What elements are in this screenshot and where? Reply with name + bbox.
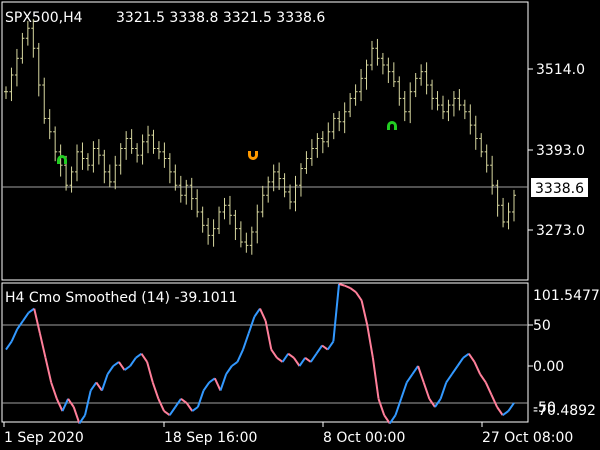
time-label: 18 Sep 16:00: [164, 430, 257, 446]
indicator-axis-label: -70.4892: [533, 403, 596, 419]
price-label: 3393.0: [536, 143, 585, 159]
indicator-axis-label: 101.5477: [533, 288, 600, 304]
current-price-value: 3338.6: [535, 181, 584, 197]
price-pane[interactable]: SPX500,H4 3321.5 3338.8 3321.5 3338.6: [1, 1, 529, 281]
time-axis: 1 Sep 2020 18 Sep 16:00 8 Oct 00:00 27 O…: [3, 422, 573, 446]
chart-canvas[interactable]: SPX500,H4 3321.5 3338.8 3321.5 3338.6 35…: [0, 0, 600, 450]
price-label: 3273.0: [536, 223, 585, 239]
time-label: 8 Oct 00:00: [323, 430, 405, 446]
price-axis: 3514.0 3393.0 3273.0 3338.6: [528, 62, 588, 239]
price-label: 3514.0: [536, 62, 585, 78]
indicator-title: H4 Cmo Smoothed (14) -39.1011: [5, 290, 237, 306]
indicator-pane[interactable]: H4 Cmo Smoothed (14) -39.1011: [1, 282, 529, 424]
ohlc-readout: 3321.5 3338.8 3321.5 3338.6: [116, 10, 325, 26]
indicator-axis-label: 50: [533, 318, 551, 334]
indicator-axis: 101.5477 50 0.00 -50 -70.4892: [528, 288, 600, 419]
indicator-axis-label: 0.00: [533, 359, 564, 375]
time-label: 27 Oct 08:00: [482, 430, 573, 446]
symbol-header: SPX500,H4: [5, 10, 83, 26]
time-label: 1 Sep 2020: [4, 430, 84, 446]
price-pane-frame: [1, 1, 529, 281]
